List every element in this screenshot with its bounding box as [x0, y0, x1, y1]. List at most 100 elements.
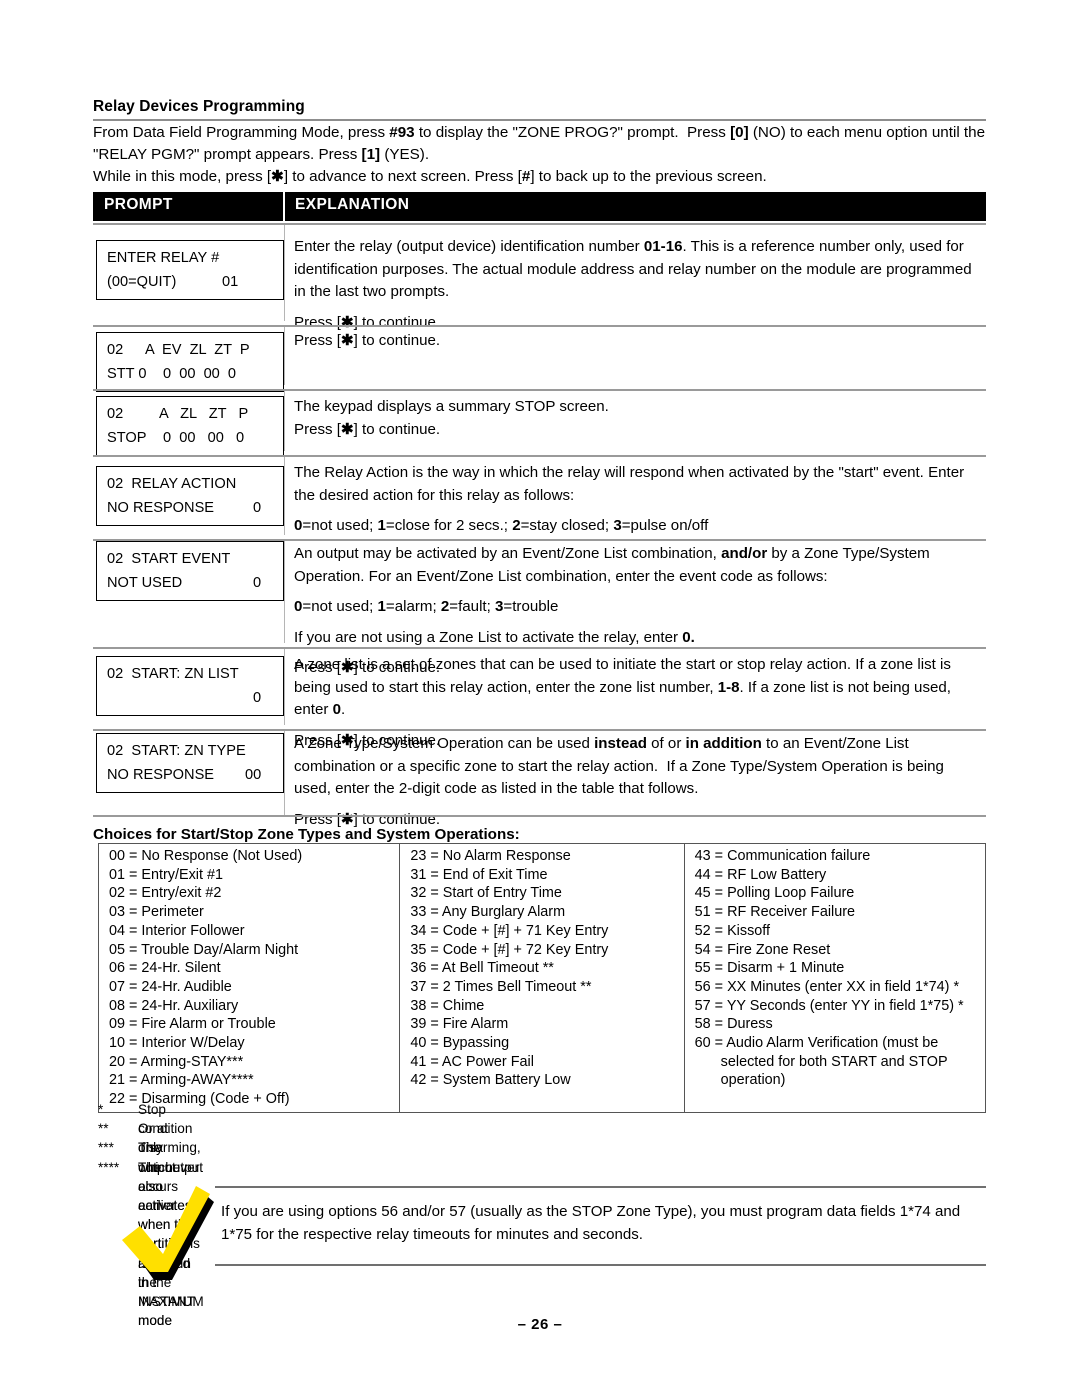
keypad-line2-left: STT 0	[107, 366, 147, 382]
footnote-marker: ****	[98, 1159, 120, 1175]
choices-title: Choices for Start/Stop Zone Types and Sy…	[93, 826, 520, 843]
table-column-divider	[284, 325, 285, 385]
choice-item: 51 = RF Receiver Failure	[694, 904, 856, 921]
intro-paragraph-2: While in this mode, press [✱] to advance…	[93, 168, 767, 185]
keypad-display-relay-action: 02 RELAY ACTION NO RESPONSE 0	[96, 466, 284, 526]
explanation-line: The keypad displays a summary STOP scree…	[294, 398, 609, 415]
keypad-line1-left: 02	[107, 406, 124, 422]
prompt-explanation-table-header: PROMPT EXPLANATION	[93, 192, 986, 221]
choice-item: 57 = YY Seconds (enter YY in field 1*75)…	[694, 997, 964, 1014]
zone-type-choices-table: 00 = No Response (Not Used) 01 = Entry/E…	[98, 843, 986, 1113]
choice-item: 33 = Any Burglary Alarm	[410, 904, 566, 921]
choices-column-3: 43 = Communication failure 44 = RF Low B…	[685, 844, 985, 1112]
choice-item: 06 = 24-Hr. Silent	[109, 960, 221, 977]
keypad-display-stop-summary: 02 A ZL ZT P STOP 0 00 00 0	[96, 396, 284, 456]
table-column-divider	[284, 729, 285, 815]
note-box-bottom-rule	[215, 1264, 986, 1266]
note-box-text: If you are using options 56 and/or 57 (u…	[221, 1203, 961, 1243]
manual-page: Relay Devices Programming From Data Fiel…	[0, 0, 1080, 1397]
keypad-line1-left: 02 START EVENT	[107, 551, 231, 567]
keypad-display-start-zone-list: 02 START: ZN LIST 0	[96, 656, 284, 716]
choice-item: 38 = Chime	[410, 997, 485, 1014]
title-divider	[93, 119, 986, 121]
keypad-line2-right: 01	[222, 274, 239, 290]
choice-item: 01 = Entry/Exit #1	[109, 866, 223, 883]
keypad-line2-left: NO RESPONSE	[107, 500, 215, 516]
explanation-enter-relay: Enter the relay (output device) identifi…	[294, 238, 972, 331]
choice-item: 04 = Interior Follower	[109, 922, 245, 939]
header-column-divider	[283, 192, 285, 221]
choice-item: 05 = Trouble Day/Alarm Night	[109, 941, 299, 958]
choice-item: 35 = Code + [#] + 72 Key Entry	[410, 941, 609, 958]
choice-item: 32 = Start of Entry Time	[410, 885, 562, 902]
choice-item: 02 = Entry/exit #2	[109, 885, 222, 902]
row-separator	[93, 389, 986, 391]
choice-item: 52 = Kissoff	[694, 922, 771, 939]
choice-item: 56 = XX Minutes (enter XX in field 1*74)…	[694, 978, 960, 995]
choices-column-2: 23 = No Alarm Response 31 = End of Exit …	[400, 844, 685, 1112]
keypad-display-start-summary: 02 A EV ZL ZT P STT 0 0 00 00 0	[96, 332, 284, 392]
choice-item: 08 = 24-Hr. Auxiliary	[109, 997, 239, 1014]
keypad-line2-mid: 0 00 00 0	[163, 366, 237, 382]
keypad-line2-right: 00	[245, 767, 262, 783]
choice-item: 20 = Arming-STAY***	[109, 1053, 244, 1070]
keypad-line2-mid: 0 00 00 0	[163, 430, 245, 446]
choice-item-continuation: operation)	[720, 1072, 786, 1089]
choice-item: 10 = Interior W/Delay	[109, 1035, 245, 1052]
explanation-start-summary: Press [✱] to continue.	[294, 332, 441, 349]
choice-item: 36 = At Bell Timeout **	[410, 960, 554, 977]
row-separator	[93, 647, 986, 649]
keypad-line1-left: 02	[107, 342, 124, 358]
choice-item: 07 = 24-Hr. Audible	[109, 978, 232, 995]
keypad-line1-left: 02 START: ZN LIST	[107, 666, 239, 682]
keypad-line2-right: 0	[253, 575, 262, 591]
choices-column-1: 00 = No Response (Not Used) 01 = Entry/E…	[99, 844, 401, 1112]
row-separator	[93, 455, 986, 457]
table-column-divider	[284, 389, 285, 451]
intro-paragraph-1: From Data Field Programming Mode, press …	[93, 124, 986, 163]
footnote-marker: *	[98, 1102, 104, 1117]
choice-item: 03 = Perimeter	[109, 904, 204, 921]
table-column-divider	[284, 455, 285, 535]
choice-item: 37 = 2 Times Bell Timeout **	[410, 978, 592, 995]
choice-item: 39 = Fire Alarm	[410, 1016, 509, 1033]
page-number: – 26 –	[517, 1316, 563, 1333]
keypad-line1-left: ENTER RELAY #	[107, 250, 220, 266]
note-box-top-rule	[215, 1186, 986, 1188]
keypad-line1-left: 02 START: ZN TYPE	[107, 743, 246, 759]
choice-item: 42 = System Battery Low	[410, 1072, 571, 1089]
choice-item: 54 = Fire Zone Reset	[694, 941, 831, 958]
keypad-line1-left: 02 RELAY ACTION	[107, 476, 237, 492]
choice-item: 55 = Disarm + 1 Minute	[694, 960, 845, 977]
table-column-divider	[284, 539, 285, 643]
keypad-display-start-zone-type: 02 START: ZN TYPE NO RESPONSE 00	[96, 733, 284, 793]
keypad-line1-mid: A ZL ZT P	[159, 406, 249, 422]
choice-item: 43 = Communication failure	[694, 848, 871, 864]
column-header-prompt: PROMPT	[104, 196, 173, 213]
keypad-line2-left: NOT USED	[107, 575, 183, 591]
footnote-marker: ***	[98, 1140, 114, 1156]
column-header-explanation: EXPLANATION	[295, 196, 410, 213]
keypad-line2-left: (00=QUIT)	[107, 274, 177, 290]
keypad-line2-right: 0	[253, 500, 262, 516]
keypad-line1-mid: A EV ZL ZT P	[145, 342, 250, 358]
keypad-line2-right: 0	[253, 690, 262, 706]
page-title: Relay Devices Programming	[93, 98, 305, 115]
keypad-display-enter-relay: ENTER RELAY # (00=QUIT) 01	[96, 240, 284, 300]
row-separator	[93, 815, 986, 817]
checkmark-icon	[122, 1186, 214, 1280]
row-separator	[93, 325, 986, 327]
table-column-divider	[284, 647, 285, 725]
choice-item: 21 = Arming-AWAY****	[109, 1072, 254, 1089]
table-column-divider	[284, 223, 285, 321]
row-separator	[93, 223, 986, 225]
choice-item: 58 = Duress	[694, 1016, 773, 1033]
explanation-stop-summary: The keypad displays a summary STOP scree…	[294, 396, 984, 441]
row-separator	[93, 729, 986, 731]
choice-item: 34 = Code + [#] + 71 Key Entry	[410, 922, 609, 939]
keypad-line2-left: NO RESPONSE	[107, 767, 215, 783]
choice-item-continuation: selected for both START and STOP	[720, 1053, 948, 1070]
choice-item: 31 = End of Exit Time	[410, 866, 548, 883]
explanation-relay-action: The Relay Action is the way in which the…	[294, 464, 965, 534]
choice-item: 23 = No Alarm Response	[410, 848, 571, 864]
